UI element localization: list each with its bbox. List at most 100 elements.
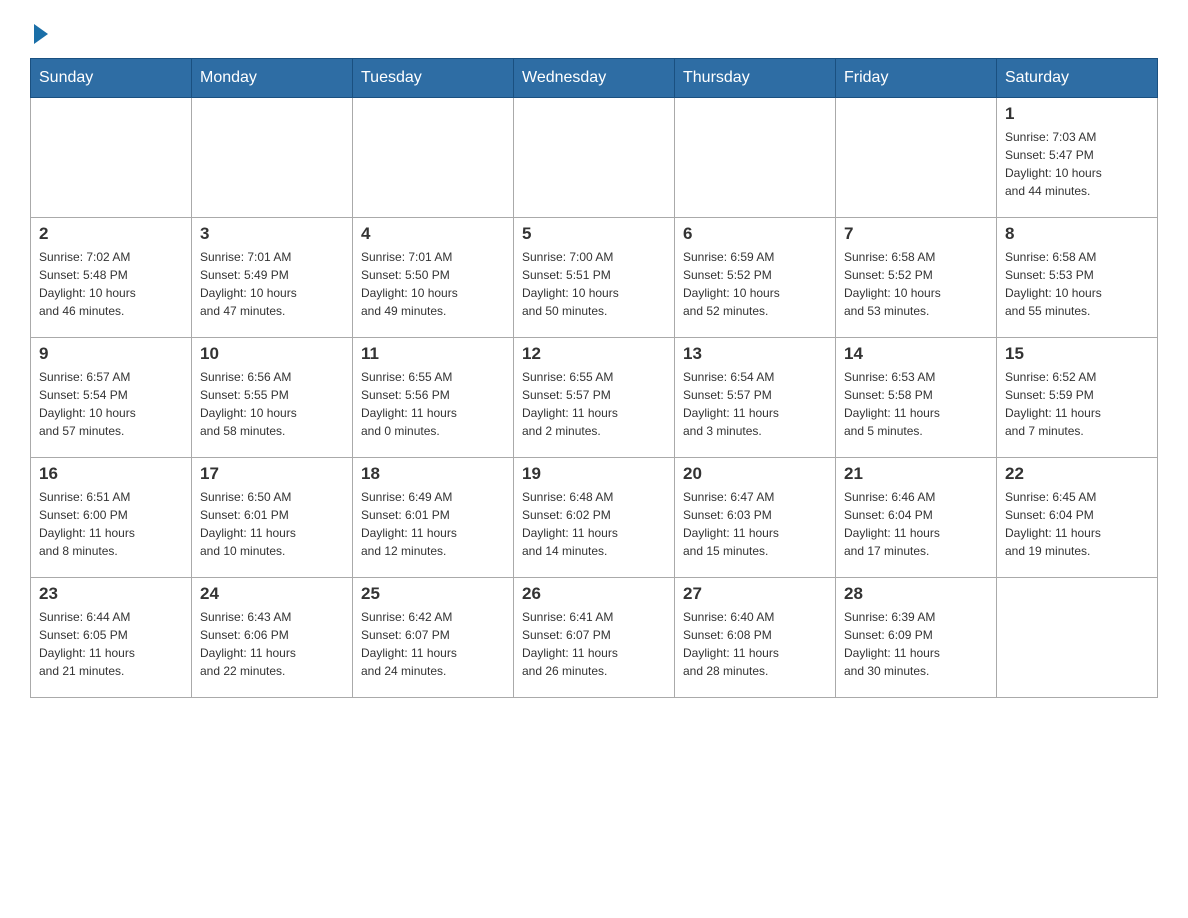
calendar-header-row: SundayMondayTuesdayWednesdayThursdayFrid… (31, 59, 1158, 98)
day-info: Sunrise: 6:56 AMSunset: 5:55 PMDaylight:… (200, 368, 344, 440)
week-row-5: 23 Sunrise: 6:44 AMSunset: 6:05 PMDayligh… (31, 578, 1158, 698)
calendar-cell: 18 Sunrise: 6:49 AMSunset: 6:01 PMDayligh… (353, 458, 514, 578)
day-info: Sunrise: 6:58 AMSunset: 5:52 PMDaylight:… (844, 248, 988, 320)
day-info: Sunrise: 6:41 AMSunset: 6:07 PMDaylight:… (522, 608, 666, 680)
day-number: 25 (361, 584, 505, 604)
day-info: Sunrise: 6:46 AMSunset: 6:04 PMDaylight:… (844, 488, 988, 560)
calendar-cell: 24 Sunrise: 6:43 AMSunset: 6:06 PMDayligh… (192, 578, 353, 698)
day-info: Sunrise: 7:00 AMSunset: 5:51 PMDaylight:… (522, 248, 666, 320)
day-info: Sunrise: 6:45 AMSunset: 6:04 PMDaylight:… (1005, 488, 1149, 560)
day-info: Sunrise: 6:55 AMSunset: 5:57 PMDaylight:… (522, 368, 666, 440)
day-number: 13 (683, 344, 827, 364)
day-number: 19 (522, 464, 666, 484)
calendar-cell: 13 Sunrise: 6:54 AMSunset: 5:57 PMDayligh… (675, 338, 836, 458)
day-info: Sunrise: 6:52 AMSunset: 5:59 PMDaylight:… (1005, 368, 1149, 440)
week-row-3: 9Sunrise: 6:57 AMSunset: 5:54 PMDaylight… (31, 338, 1158, 458)
day-info: Sunrise: 6:48 AMSunset: 6:02 PMDaylight:… (522, 488, 666, 560)
day-number: 3 (200, 224, 344, 244)
day-info: Sunrise: 6:58 AMSunset: 5:53 PMDaylight:… (1005, 248, 1149, 320)
day-info: Sunrise: 6:43 AMSunset: 6:06 PMDaylight:… (200, 608, 344, 680)
day-number: 28 (844, 584, 988, 604)
calendar-cell: 14 Sunrise: 6:53 AMSunset: 5:58 PMDayligh… (836, 338, 997, 458)
day-number: 12 (522, 344, 666, 364)
day-info: Sunrise: 6:49 AMSunset: 6:01 PMDaylight:… (361, 488, 505, 560)
day-info: Sunrise: 7:03 AMSunset: 5:47 PMDaylight:… (1005, 128, 1149, 200)
calendar-cell (514, 98, 675, 218)
week-row-4: 16 Sunrise: 6:51 AMSunset: 6:00 PMDayligh… (31, 458, 1158, 578)
calendar-cell: 25 Sunrise: 6:42 AMSunset: 6:07 PMDayligh… (353, 578, 514, 698)
day-number: 14 (844, 344, 988, 364)
logo (30, 20, 48, 42)
logo-arrow-icon (34, 24, 48, 44)
calendar-cell: 17Sunrise: 6:50 AMSunset: 6:01 PMDayligh… (192, 458, 353, 578)
calendar-cell: 9Sunrise: 6:57 AMSunset: 5:54 PMDaylight… (31, 338, 192, 458)
calendar-cell: 26 Sunrise: 6:41 AMSunset: 6:07 PMDayligh… (514, 578, 675, 698)
calendar-cell: 6 Sunrise: 6:59 AMSunset: 5:52 PMDaylight… (675, 218, 836, 338)
day-info: Sunrise: 6:39 AMSunset: 6:09 PMDaylight:… (844, 608, 988, 680)
calendar-cell: 23 Sunrise: 6:44 AMSunset: 6:05 PMDayligh… (31, 578, 192, 698)
day-number: 1 (1005, 104, 1149, 124)
calendar-cell: 1 Sunrise: 7:03 AMSunset: 5:47 PMDaylight… (997, 98, 1158, 218)
day-header-thursday: Thursday (675, 59, 836, 98)
calendar-cell: 5 Sunrise: 7:00 AMSunset: 5:51 PMDaylight… (514, 218, 675, 338)
day-number: 8 (1005, 224, 1149, 244)
calendar-cell: 16 Sunrise: 6:51 AMSunset: 6:00 PMDayligh… (31, 458, 192, 578)
day-number: 6 (683, 224, 827, 244)
calendar-cell: 22 Sunrise: 6:45 AMSunset: 6:04 PMDayligh… (997, 458, 1158, 578)
week-row-1: 1 Sunrise: 7:03 AMSunset: 5:47 PMDaylight… (31, 98, 1158, 218)
calendar-cell: 10 Sunrise: 6:56 AMSunset: 5:55 PMDayligh… (192, 338, 353, 458)
calendar-cell: 27 Sunrise: 6:40 AMSunset: 6:08 PMDayligh… (675, 578, 836, 698)
week-row-2: 2 Sunrise: 7:02 AMSunset: 5:48 PMDaylight… (31, 218, 1158, 338)
day-info: Sunrise: 7:02 AMSunset: 5:48 PMDaylight:… (39, 248, 183, 320)
day-number: 17 (200, 464, 344, 484)
calendar-cell: 4 Sunrise: 7:01 AMSunset: 5:50 PMDaylight… (353, 218, 514, 338)
day-info: Sunrise: 6:40 AMSunset: 6:08 PMDaylight:… (683, 608, 827, 680)
calendar-cell: 7Sunrise: 6:58 AMSunset: 5:52 PMDaylight… (836, 218, 997, 338)
calendar-cell (675, 98, 836, 218)
day-number: 22 (1005, 464, 1149, 484)
day-info: Sunrise: 7:01 AMSunset: 5:49 PMDaylight:… (200, 248, 344, 320)
page-header (30, 20, 1158, 42)
calendar-cell (353, 98, 514, 218)
day-number: 2 (39, 224, 183, 244)
day-number: 15 (1005, 344, 1149, 364)
day-info: Sunrise: 6:55 AMSunset: 5:56 PMDaylight:… (361, 368, 505, 440)
day-header-sunday: Sunday (31, 59, 192, 98)
day-info: Sunrise: 6:53 AMSunset: 5:58 PMDaylight:… (844, 368, 988, 440)
day-number: 10 (200, 344, 344, 364)
day-info: Sunrise: 6:44 AMSunset: 6:05 PMDaylight:… (39, 608, 183, 680)
calendar-cell: 2 Sunrise: 7:02 AMSunset: 5:48 PMDaylight… (31, 218, 192, 338)
day-number: 26 (522, 584, 666, 604)
day-number: 18 (361, 464, 505, 484)
day-header-tuesday: Tuesday (353, 59, 514, 98)
day-header-wednesday: Wednesday (514, 59, 675, 98)
day-info: Sunrise: 6:59 AMSunset: 5:52 PMDaylight:… (683, 248, 827, 320)
calendar-cell: 15 Sunrise: 6:52 AMSunset: 5:59 PMDayligh… (997, 338, 1158, 458)
calendar-cell (997, 578, 1158, 698)
day-header-saturday: Saturday (997, 59, 1158, 98)
day-info: Sunrise: 6:54 AMSunset: 5:57 PMDaylight:… (683, 368, 827, 440)
day-number: 11 (361, 344, 505, 364)
day-info: Sunrise: 6:51 AMSunset: 6:00 PMDaylight:… (39, 488, 183, 560)
day-number: 5 (522, 224, 666, 244)
day-number: 27 (683, 584, 827, 604)
calendar-cell: 28 Sunrise: 6:39 AMSunset: 6:09 PMDayligh… (836, 578, 997, 698)
day-number: 4 (361, 224, 505, 244)
day-number: 16 (39, 464, 183, 484)
day-header-monday: Monday (192, 59, 353, 98)
calendar-cell: 20Sunrise: 6:47 AMSunset: 6:03 PMDayligh… (675, 458, 836, 578)
calendar-cell: 12 Sunrise: 6:55 AMSunset: 5:57 PMDayligh… (514, 338, 675, 458)
calendar-cell (192, 98, 353, 218)
calendar-cell: 21Sunrise: 6:46 AMSunset: 6:04 PMDayligh… (836, 458, 997, 578)
day-number: 23 (39, 584, 183, 604)
calendar-cell: 11 Sunrise: 6:55 AMSunset: 5:56 PMDayligh… (353, 338, 514, 458)
calendar-table: SundayMondayTuesdayWednesdayThursdayFrid… (30, 58, 1158, 698)
day-number: 24 (200, 584, 344, 604)
day-info: Sunrise: 6:42 AMSunset: 6:07 PMDaylight:… (361, 608, 505, 680)
calendar-cell: 19 Sunrise: 6:48 AMSunset: 6:02 PMDayligh… (514, 458, 675, 578)
day-number: 20 (683, 464, 827, 484)
day-header-friday: Friday (836, 59, 997, 98)
day-info: Sunrise: 7:01 AMSunset: 5:50 PMDaylight:… (361, 248, 505, 320)
day-info: Sunrise: 6:57 AMSunset: 5:54 PMDaylight:… (39, 368, 183, 440)
calendar-cell (31, 98, 192, 218)
